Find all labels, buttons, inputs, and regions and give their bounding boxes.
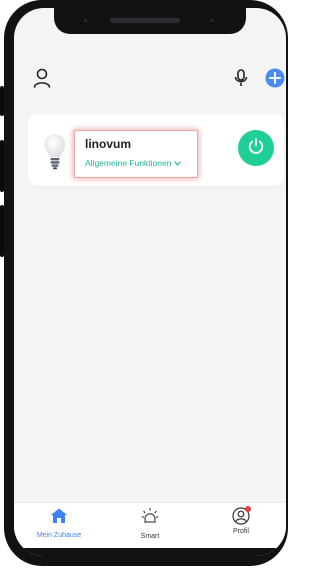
sun-icon	[141, 507, 159, 530]
tab-profil[interactable]: Profil	[206, 506, 276, 547]
tab-label: Smart	[140, 533, 160, 540]
notification-badge	[245, 506, 251, 512]
app-screen: linovum Allgemeine Funktionen Mein Zuhau…	[14, 8, 286, 556]
chevron-down-icon	[174, 158, 182, 168]
tab-smart[interactable]: Smart	[115, 507, 185, 547]
phone-side-button	[0, 86, 4, 116]
phone-frame: linovum Allgemeine Funktionen Mein Zuhau…	[0, 0, 288, 566]
device-info-highlight: linovum Allgemeine Funktionen	[74, 130, 198, 178]
power-button[interactable]	[238, 130, 274, 166]
device-name: linovum	[85, 137, 132, 151]
tab-mein-zuhause[interactable]: Mein Zuhause	[24, 507, 94, 547]
tab-label: Profil	[233, 528, 249, 535]
power-icon	[247, 137, 265, 160]
phone-side-button	[0, 140, 4, 192]
phone-notch	[54, 8, 246, 34]
home-indicator-area	[14, 548, 286, 556]
device-card[interactable]: linovum Allgemeine Funktionen	[28, 114, 284, 186]
phone-side-button	[0, 205, 4, 257]
bottom-tab-bar: Mein Zuhause Smart Profil	[14, 502, 286, 549]
function-label: Allgemeine Funktionen	[85, 158, 172, 168]
home-icon	[50, 507, 68, 529]
light-bulb-icon	[44, 134, 66, 170]
function-dropdown[interactable]: Allgemeine Funktionen	[85, 158, 182, 168]
plus-circle-icon[interactable]	[264, 67, 286, 89]
microphone-icon[interactable]	[230, 67, 252, 89]
profile-icon	[232, 506, 251, 525]
user-outline-icon[interactable]	[30, 66, 54, 90]
app-header	[14, 66, 286, 106]
tab-label: Mein Zuhause	[36, 532, 82, 539]
